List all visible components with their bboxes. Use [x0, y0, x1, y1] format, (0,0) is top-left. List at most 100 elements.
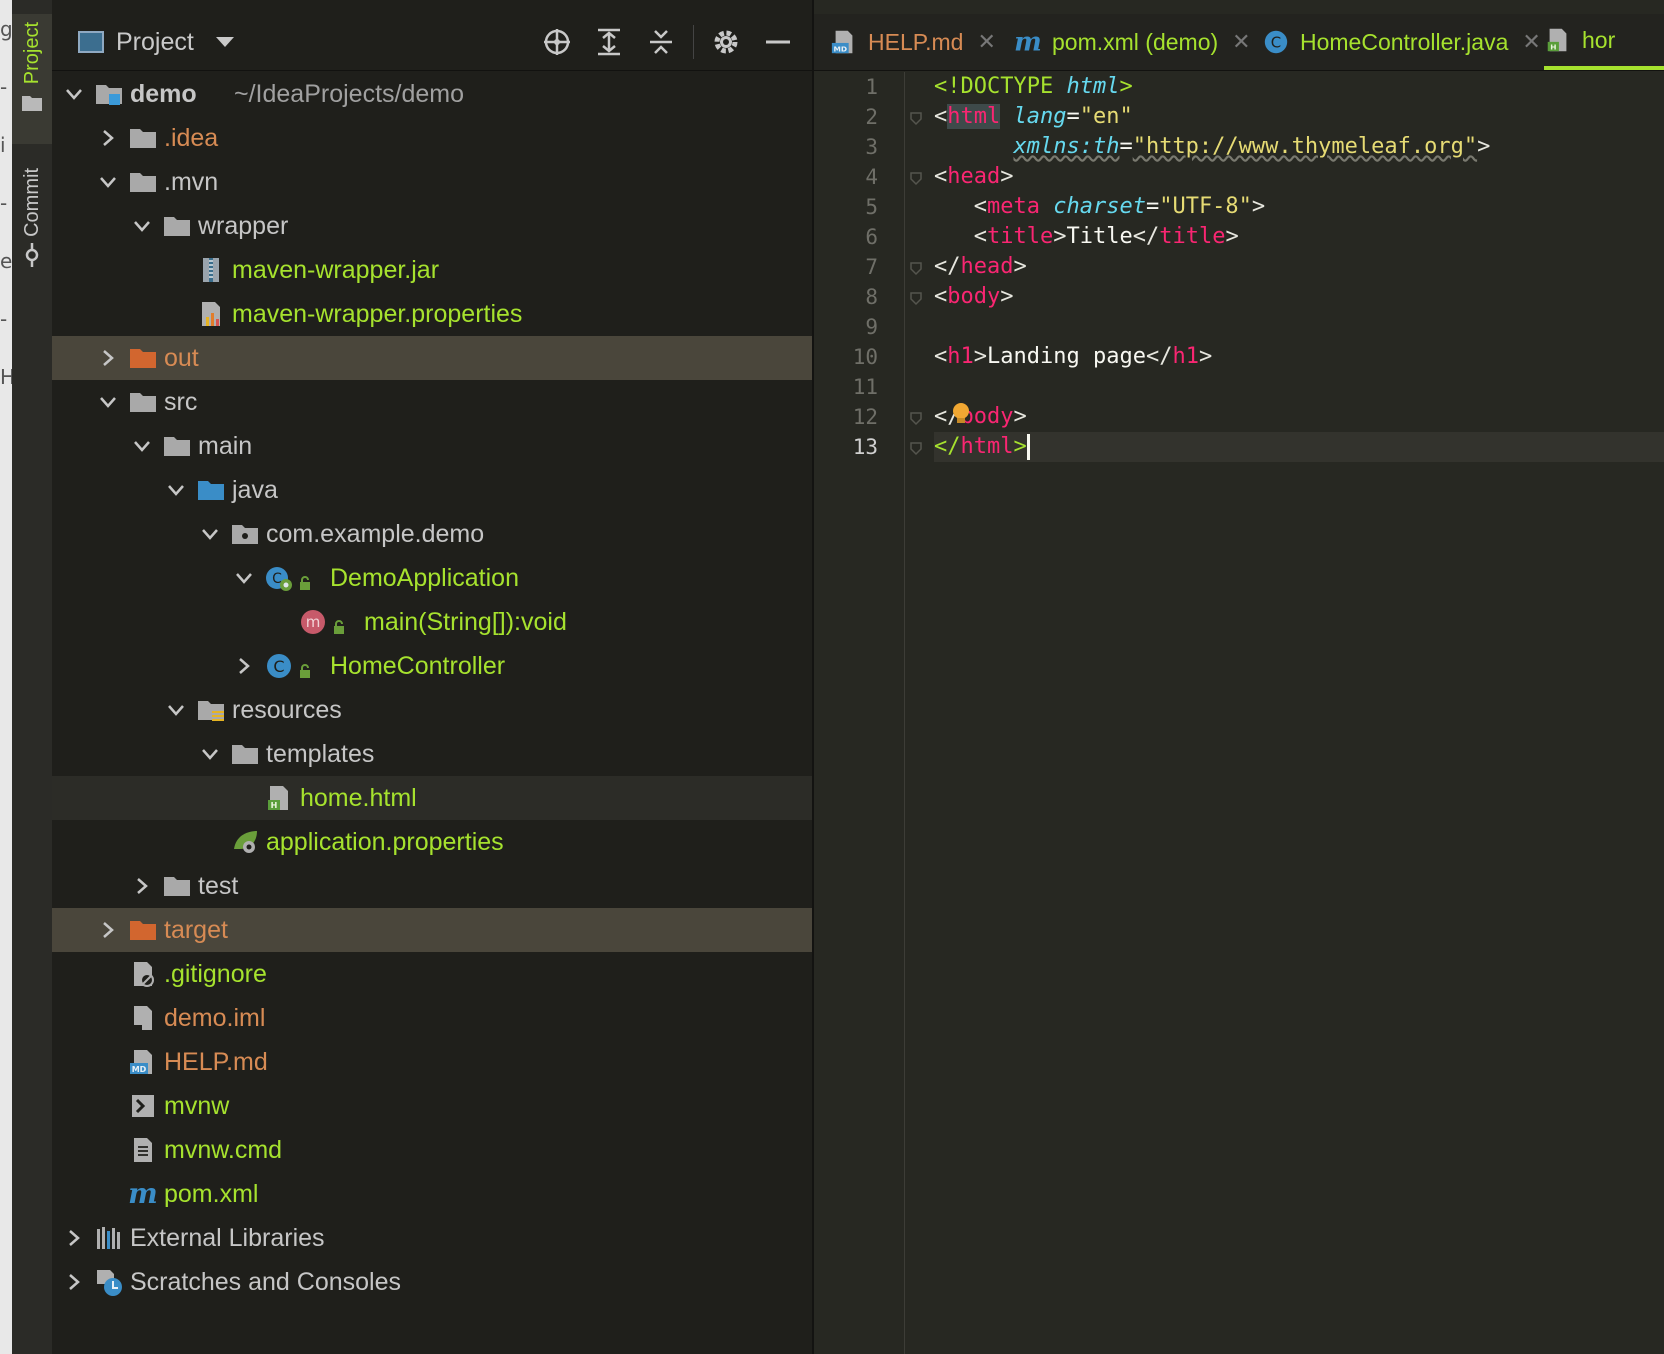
chevron-right-icon[interactable] — [96, 918, 120, 942]
code-token: "en" — [1079, 104, 1133, 129]
tree-node-pom-xml[interactable]: m pom.xml — [52, 1172, 812, 1216]
chevron-down-icon[interactable] — [198, 742, 222, 766]
chevron-down-icon[interactable] — [130, 214, 154, 238]
line-number: 6 — [865, 225, 878, 249]
tree-node-demo[interactable]: demo ~/IdeaProjects/demo — [52, 72, 812, 116]
chevron-down-icon[interactable] — [164, 698, 188, 722]
tree-node-main-string-void[interactable]: m main(String[]):void — [52, 600, 812, 644]
gear-icon — [714, 30, 738, 54]
folder-icon — [22, 96, 42, 112]
svg-text:m: m — [1014, 28, 1042, 56]
chevron-right-icon[interactable] — [232, 654, 256, 678]
chevron-down-icon[interactable] — [62, 82, 86, 106]
tree-node-src[interactable]: src — [52, 380, 812, 424]
code-token: > — [1053, 224, 1067, 249]
source-folder-icon — [196, 475, 226, 505]
line-number: 9 — [865, 315, 878, 339]
chevron-down-icon[interactable] — [96, 170, 120, 194]
code-editor[interactable]: <!DOCTYPE html> <html lang="en" xmlns:th=… — [934, 72, 1664, 462]
chevron-down-icon[interactable] — [232, 566, 256, 590]
tree-node-external-libraries[interactable]: External Libraries — [52, 1216, 812, 1260]
tree-node-label: maven-wrapper.jar — [232, 255, 440, 284]
chevron-down-icon[interactable] — [130, 434, 154, 458]
project-view-selector[interactable]: Project — [78, 28, 234, 57]
fold-marker-icon[interactable] — [908, 290, 924, 306]
line-number: 7 — [865, 255, 878, 279]
tree-node-maven-wrapper-jar[interactable]: maven-wrapper.jar — [52, 248, 812, 292]
chevron-down-icon[interactable] — [96, 390, 120, 414]
line-number: 2 — [865, 105, 878, 129]
fold-marker-icon[interactable] — [908, 410, 924, 426]
editor-tab-label: pom.xml (demo) — [1052, 28, 1219, 55]
code-token: </ — [934, 254, 961, 279]
fold-marker-icon[interactable] — [908, 260, 924, 276]
tree-node-out[interactable]: out — [52, 336, 812, 380]
tree-node-resources[interactable]: resources — [52, 688, 812, 732]
tree-node-home-html[interactable]: Hhome.html — [52, 776, 812, 820]
properties-icon — [196, 299, 226, 329]
editor-tab[interactable]: m pom.xml (demo) ✕ — [1014, 14, 1250, 70]
tree-node-com-example-demo[interactable]: com.example.demo — [52, 512, 812, 556]
close-icon[interactable]: ✕ — [1232, 29, 1250, 55]
fold-marker-icon[interactable] — [908, 170, 924, 186]
class-icon: C — [1262, 28, 1290, 56]
editor-tab[interactable]: Hhor — [1544, 14, 1664, 70]
code-token: lang — [1013, 104, 1067, 129]
editor-tab[interactable]: MD HELP.md ✕ — [830, 14, 996, 70]
code-line: <html lang="en" — [934, 102, 1664, 132]
folder-icon — [128, 123, 158, 153]
commit-tool-tab[interactable]: Commit — [12, 160, 52, 280]
locate-file-button[interactable] — [537, 22, 577, 62]
tree-node-label: java — [232, 475, 278, 504]
svg-text:m: m — [306, 613, 321, 631]
tree-node-idea[interactable]: .idea — [52, 116, 812, 160]
collapse-all-button[interactable] — [641, 22, 681, 62]
tree-node-application-properties[interactable]: application.properties — [52, 820, 812, 864]
chevron-right-icon[interactable] — [62, 1270, 86, 1294]
fold-marker-icon[interactable] — [908, 440, 924, 456]
tree-node-demoapplication[interactable]: C DemoApplication — [52, 556, 812, 600]
text-file-icon — [128, 1135, 158, 1165]
tree-node-wrapper[interactable]: wrapper — [52, 204, 812, 248]
chevron-right-icon[interactable] — [96, 126, 120, 150]
tree-node-scratches-and-consoles[interactable]: Scratches and Consoles — [52, 1260, 812, 1304]
tree-node-maven-wrapper-properties[interactable]: maven-wrapper.properties — [52, 292, 812, 336]
options-button[interactable] — [706, 22, 746, 62]
maven-icon: m — [1014, 26, 1042, 57]
tree-node-gitignore[interactable]: .gitignore — [52, 952, 812, 996]
tree-node-demo-iml[interactable]: demo.iml — [52, 996, 812, 1040]
tree-node-label: HELP.md — [164, 1047, 268, 1076]
close-icon[interactable]: ✕ — [977, 29, 995, 55]
code-token: = — [1066, 104, 1080, 129]
close-icon[interactable]: ✕ — [1522, 29, 1540, 55]
tree-node-java[interactable]: java — [52, 468, 812, 512]
expand-all-button[interactable] — [589, 22, 629, 62]
chevron-right-icon[interactable] — [130, 874, 154, 898]
jar-icon — [196, 255, 226, 285]
chevron-down-icon[interactable] — [198, 522, 222, 546]
tree-node-help-md[interactable]: MD HELP.md — [52, 1040, 812, 1084]
fold-marker-icon[interactable] — [908, 110, 924, 126]
editor-tab[interactable]: C HomeController.java ✕ — [1262, 14, 1541, 70]
hide-panel-button[interactable] — [758, 22, 798, 62]
class-icon: C — [264, 651, 294, 681]
tree-node-target[interactable]: target — [52, 908, 812, 952]
tree-node-mvnw-cmd[interactable]: mvnw.cmd — [52, 1128, 812, 1172]
project-tool-tab[interactable]: Project — [12, 14, 52, 144]
tree-node-templates[interactable]: templates — [52, 732, 812, 776]
tree-node-label: templates — [266, 739, 375, 768]
code-token: </ — [1132, 224, 1160, 249]
tree-node-homecontroller[interactable]: C HomeController — [52, 644, 812, 688]
tree-node-mvnw[interactable]: mvnw — [52, 1084, 812, 1128]
chevron-right-icon[interactable] — [96, 346, 120, 370]
method-icon: m — [298, 607, 328, 637]
tree-node-main[interactable]: main — [52, 424, 812, 468]
chevron-right-icon[interactable] — [62, 1226, 86, 1250]
chevron-down-icon[interactable] — [164, 478, 188, 502]
tree-node-mvn[interactable]: .mvn — [52, 160, 812, 204]
tree-node-label: main — [198, 431, 253, 460]
tree-node-test[interactable]: test — [52, 864, 812, 908]
lightbulb-icon[interactable] — [950, 402, 972, 426]
